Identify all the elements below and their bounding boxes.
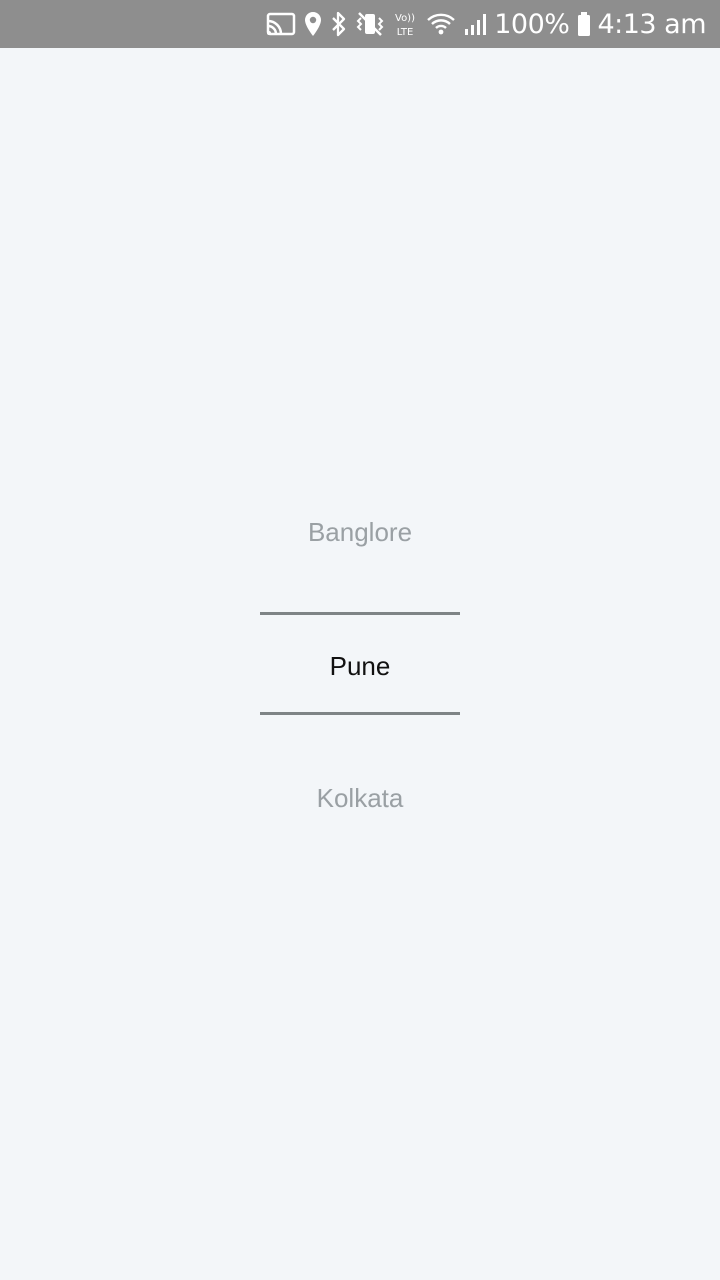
- wifi-icon: [426, 0, 456, 48]
- city-picker[interactable]: Banglore Pune Kolkata: [260, 466, 460, 866]
- battery-icon: [577, 0, 591, 48]
- picker-item-selected[interactable]: Pune: [260, 616, 460, 716]
- status-time: 4:13 am: [597, 8, 706, 40]
- selection-divider-top: [260, 612, 460, 615]
- signal-icon: [464, 0, 488, 48]
- picker-item-prev[interactable]: Banglore: [260, 482, 460, 582]
- vibrate-icon: [356, 0, 384, 48]
- bluetooth-icon: [330, 0, 348, 48]
- svg-text:LTE: LTE: [397, 27, 414, 38]
- cast-icon: [266, 0, 296, 48]
- svg-text:Vo)): Vo)): [395, 13, 415, 24]
- status-bar: Vo)) LTE 100% 4:13 am: [0, 0, 720, 48]
- selection-divider-bottom: [260, 712, 460, 715]
- picker-item-next[interactable]: Kolkata: [260, 748, 460, 848]
- volte-icon: Vo)) LTE: [392, 0, 418, 48]
- battery-percentage: 100%: [494, 8, 570, 40]
- location-icon: [304, 0, 322, 48]
